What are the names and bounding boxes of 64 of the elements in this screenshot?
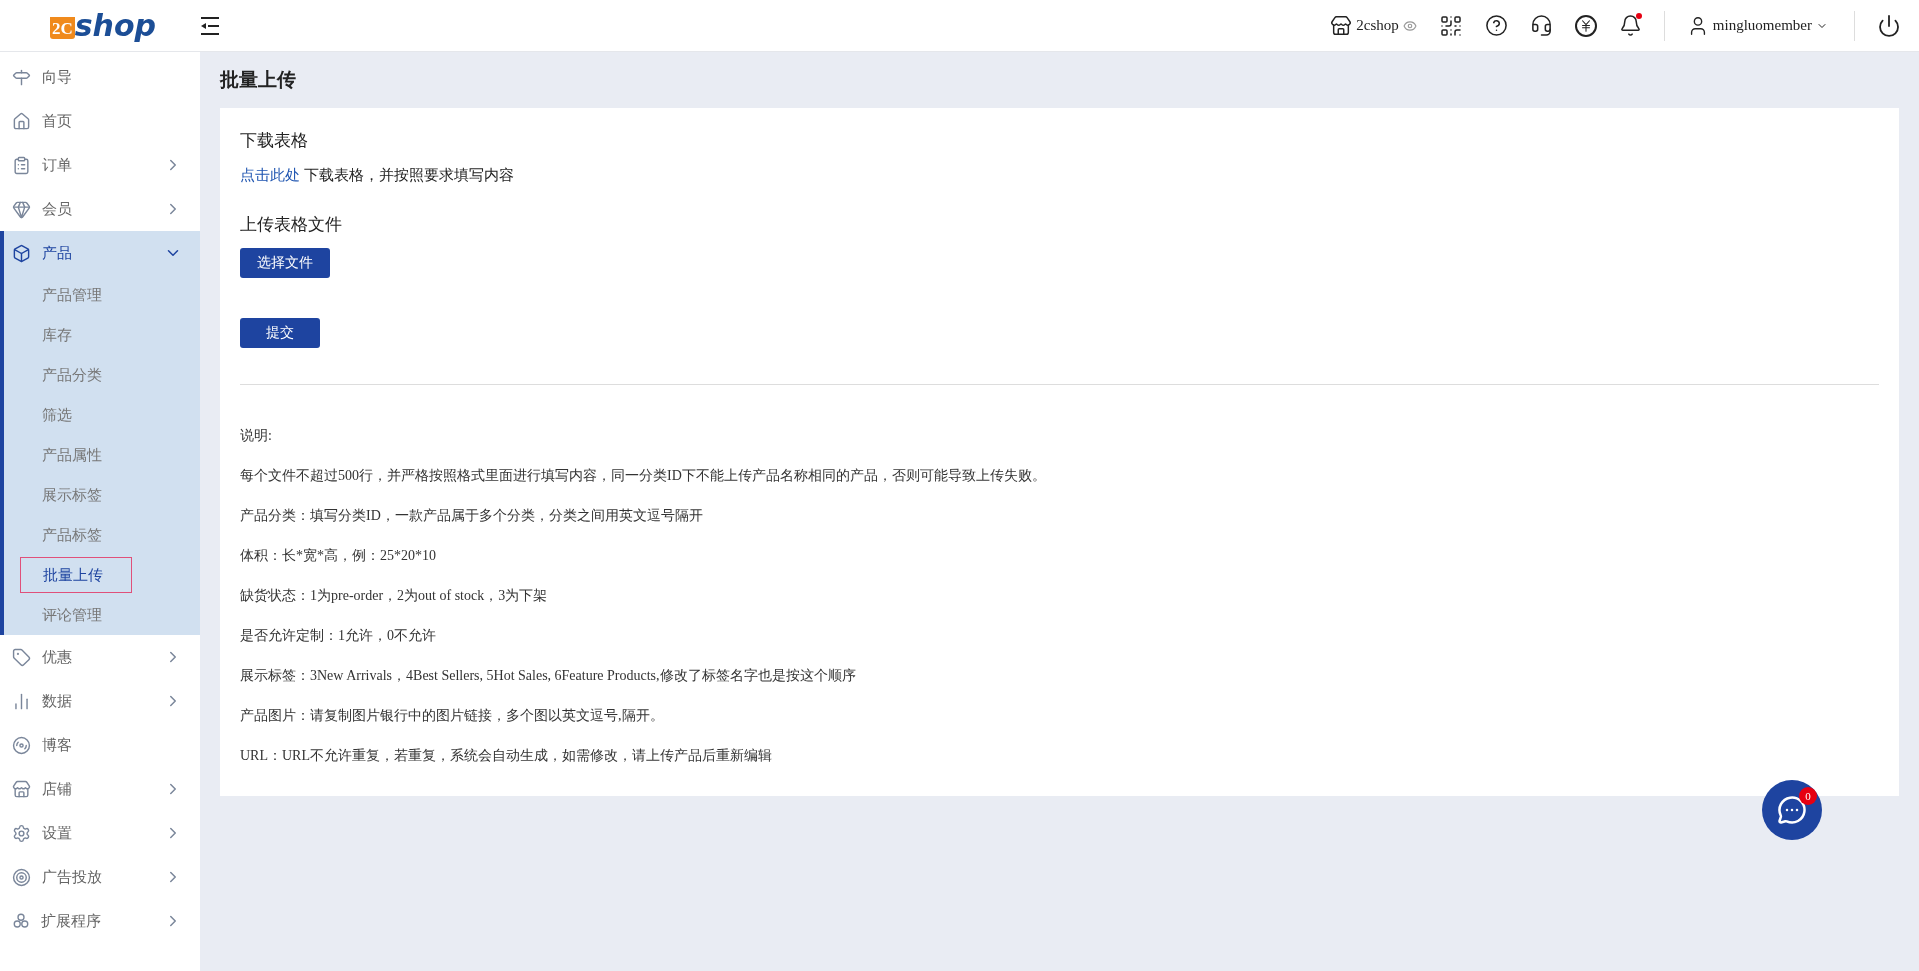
help-icon[interactable] (1484, 14, 1508, 37)
home-icon (12, 111, 31, 131)
sidebar-item[interactable]: 优惠 (0, 635, 200, 679)
store-link[interactable]: 2cshop (1330, 14, 1417, 37)
sidebar-item[interactable]: 产品 (4, 231, 200, 275)
target-icon (12, 867, 31, 887)
gem-icon (12, 199, 31, 219)
sidebar-subitem[interactable]: 筛选 (20, 397, 132, 433)
note-text: 体积：长*宽*高，例：25*20*10 (240, 546, 437, 565)
sidebar-subitem[interactable]: 产品管理 (20, 277, 132, 313)
page-title: 批量上传 (220, 67, 297, 92)
note-text: 每个文件不超过500行，并严格按照格式里面进行填写内容，同一分类ID下不能上传产品名称相同的产品，否则可能导致上传失败。 (240, 466, 1047, 485)
store-icon (1330, 14, 1353, 37)
circles-icon (12, 912, 30, 930)
logo: 2Cshop (49, 10, 156, 41)
download-instruction: 下载表格，并按照要求填写内容 (304, 165, 514, 185)
download-link[interactable]: 点击此处 (240, 163, 300, 186)
chat-icon (1777, 795, 1807, 825)
sidebar-subitem[interactable]: 产品属性 (20, 437, 132, 473)
note-text: 产品图片：请复制图片银行中的图片链接，多个图以英文逗号,隔开。 (240, 706, 665, 725)
submit-button[interactable]: 提交 (240, 317, 320, 348)
sidebar-item[interactable]: 订单 (0, 143, 200, 187)
note-text: URL：URL不允许重复，若重复，系统会自动生成，如需修改，请上传产品后重新编辑 (240, 746, 773, 765)
tag-icon (12, 647, 31, 667)
note-text: 产品分类：填写分类ID，一款产品属于多个分类，分类之间用英文逗号隔开 (240, 506, 704, 525)
bell-icon[interactable] (1618, 14, 1642, 37)
settings-icon (12, 823, 31, 843)
sidebar-subitem[interactable]: 产品分类 (20, 357, 132, 393)
sidebar-item[interactable]: 向导 (0, 55, 200, 99)
headset-icon[interactable] (1529, 14, 1553, 37)
sidebar-item[interactable]: 扩展程序 (0, 899, 200, 943)
store-icon (12, 779, 31, 799)
section-heading: 下载表格 (240, 130, 309, 152)
choose-file-button[interactable]: 选择文件 (240, 247, 330, 278)
sidebar-item[interactable]: 广告投放 (0, 855, 200, 899)
sidebar-subitem[interactable]: 产品标签 (20, 517, 132, 553)
sidebar-item[interactable]: 会员 (0, 187, 200, 231)
section-heading: 上传表格文件 (240, 214, 343, 236)
menu-collapse-icon[interactable] (200, 16, 220, 35)
power-icon[interactable] (1877, 13, 1901, 38)
notes-title: 说明: (240, 426, 273, 445)
sidebar-item[interactable]: 数据 (0, 679, 200, 723)
signpost-icon (12, 67, 31, 87)
sidebar-item[interactable]: 店铺 (0, 767, 200, 811)
disc-icon (12, 735, 31, 755)
sidebar-subitem[interactable]: 批量上传 (20, 557, 132, 593)
note-text: 缺货状态：1为pre-order，2为out of stock，3为下架 (240, 586, 549, 605)
user-menu[interactable]: mingluomember (1686, 14, 1828, 37)
clipboard-icon (12, 155, 31, 175)
note-text: 是否允许定制：1允许，0不允许 (240, 626, 437, 645)
eye-icon (1402, 18, 1417, 33)
note-text: 展示标签：3New Arrivals，4Best Sellers, 5Hot Sales, 6Feature Products,修改了标签名字也是按这个顺序 (240, 666, 857, 685)
sidebar-item[interactable]: 设置 (0, 811, 200, 855)
box-icon (12, 243, 31, 263)
sidebar-subitem[interactable]: 库存 (20, 317, 132, 353)
sidebar-subitem[interactable]: 展示标签 (20, 477, 132, 513)
yen-icon[interactable] (1574, 14, 1597, 37)
chat-button[interactable]: 0 (1762, 780, 1822, 840)
chat-badge: 0 (1799, 787, 1817, 805)
qr-code-icon[interactable] (1438, 13, 1463, 38)
bar-chart-icon (12, 691, 31, 711)
sidebar-subitem[interactable]: 评论管理 (20, 597, 132, 633)
sidebar-item[interactable]: 首页 (0, 99, 200, 143)
sidebar-item[interactable]: 博客 (0, 723, 200, 767)
